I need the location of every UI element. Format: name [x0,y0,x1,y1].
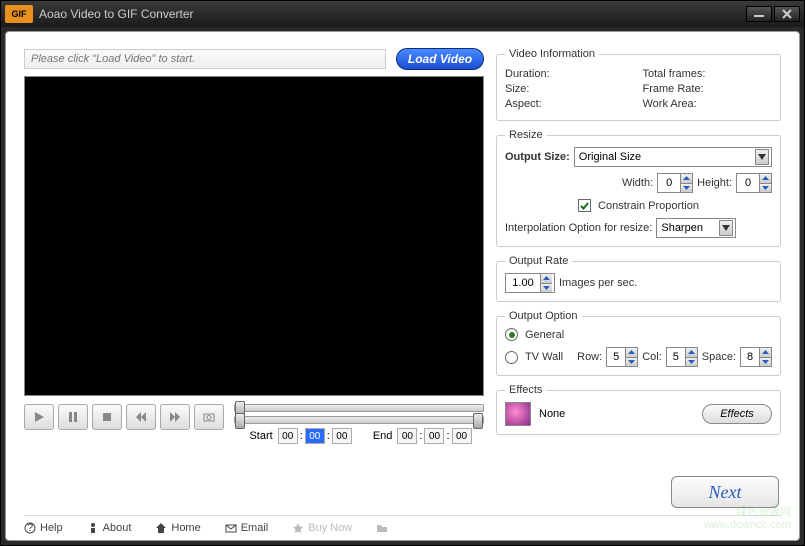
range-slider[interactable] [234,416,484,424]
space-label: Space: [702,351,736,363]
row-spinner[interactable]: 5 [606,347,638,367]
resize-group: Resize Output Size: Original Size Width:… [496,129,781,247]
output-option-legend: Output Option [505,310,582,322]
effects-legend: Effects [505,384,546,396]
width-label: Width: [622,177,653,189]
col-spinner[interactable]: 5 [666,347,698,367]
video-path-input[interactable] [24,49,386,69]
width-value: 0 [658,174,680,192]
effect-thumbnail [505,402,531,426]
range-end-thumb[interactable] [473,413,483,429]
total-frames-label: Total frames: [643,68,773,80]
video-preview [24,76,484,396]
width-spinner[interactable]: 0 [657,173,693,193]
interp-value: Sharpen [661,222,703,234]
row-value: 5 [607,348,625,366]
pause-button[interactable] [58,404,88,430]
play-button[interactable] [24,404,54,430]
height-value: 0 [737,174,759,192]
effects-button[interactable]: Effects [702,404,772,424]
app-window: GIF Aoao Video to GIF Converter Load Vid… [0,0,805,546]
work-area-label: Work Area: [643,98,773,110]
app-title: Aoao Video to GIF Converter [39,7,744,21]
start-mm[interactable]: 00 [305,428,325,444]
effect-name: None [539,408,565,420]
video-info-legend: Video Information [505,48,599,60]
rate-suffix: Images per sec. [559,277,637,289]
rate-spinner[interactable]: 1.00 [505,273,555,293]
rate-value: 1.00 [506,274,540,292]
col-value: 5 [667,348,685,366]
constrain-checkbox[interactable] [578,199,591,212]
space-value: 8 [741,348,759,366]
duration-label: Duration: [505,68,635,80]
footer: ?Help About Home Email Buy Now [24,515,781,534]
frame-rate-label: Frame Rate: [643,83,773,95]
buy-link[interactable]: Buy Now [292,522,352,534]
minimize-button[interactable] [746,6,772,22]
resize-legend: Resize [505,129,547,141]
output-size-select[interactable]: Original Size [574,147,772,167]
titlebar: GIF Aoao Video to GIF Converter [1,1,804,27]
general-radio[interactable] [505,328,518,341]
end-ss[interactable]: 00 [452,428,472,444]
output-rate-legend: Output Rate [505,255,572,267]
home-link[interactable]: Home [155,522,200,534]
output-size-value: Original Size [579,151,641,163]
end-mm[interactable]: 00 [424,428,444,444]
app-logo: GIF [5,5,33,23]
output-rate-group: Output Rate 1.00 Images per sec. [496,255,781,302]
start-label: Start [246,430,275,442]
help-link[interactable]: ?Help [24,522,63,534]
tvwall-label: TV Wall [525,351,563,363]
load-video-button[interactable]: Load Video [396,48,484,70]
start-ss[interactable]: 00 [332,428,352,444]
interp-select[interactable]: Sharpen [656,218,736,238]
email-link[interactable]: Email [225,522,269,534]
size-label: Size: [505,83,635,95]
snapshot-button[interactable] [194,404,224,430]
next-frame-button[interactable] [160,404,190,430]
left-panel: Load Video [24,48,484,444]
effects-group: Effects None Effects [496,384,781,435]
range-start-thumb[interactable] [235,413,245,429]
open-folder-link[interactable] [376,522,388,534]
output-size-label: Output Size: [505,151,570,163]
stop-button[interactable] [92,404,122,430]
tvwall-radio[interactable] [505,351,518,364]
svg-text:?: ? [27,522,33,534]
height-spinner[interactable]: 0 [736,173,772,193]
start-time-group: Start 00: 00: 00 [246,428,351,444]
start-hh[interactable]: 00 [278,428,298,444]
end-time-group: End 00: 00: 00 [370,428,472,444]
constrain-label: Constrain Proportion [598,200,699,212]
right-panel: Video Information Duration: Total frames… [496,48,781,444]
interp-label: Interpolation Option for resize: [505,222,652,234]
next-button[interactable]: Next [671,476,779,508]
content-area: Load Video [5,31,800,541]
video-info-group: Video Information Duration: Total frames… [496,48,781,121]
row-label: Row: [577,351,602,363]
prev-frame-button[interactable] [126,404,156,430]
output-option-group: Output Option General TV Wall Row: 5 Col… [496,310,781,376]
aspect-label: Aspect: [505,98,635,110]
dropdown-icon [755,149,769,165]
end-hh[interactable]: 00 [397,428,417,444]
position-slider[interactable] [234,404,484,412]
space-spinner[interactable]: 8 [740,347,772,367]
height-label: Height: [697,177,732,189]
about-link[interactable]: About [87,522,132,534]
close-button[interactable] [774,6,800,22]
col-label: Col: [642,351,662,363]
general-label: General [525,329,564,341]
end-label: End [370,430,396,442]
dropdown-icon [719,220,733,236]
